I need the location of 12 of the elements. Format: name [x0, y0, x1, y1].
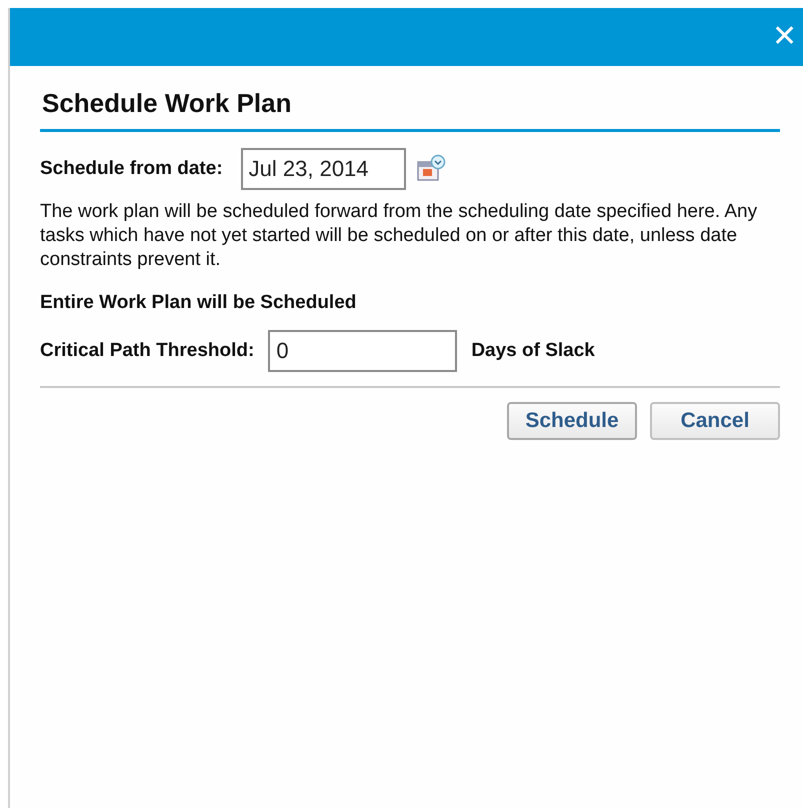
- description-text: The work plan will be scheduled forward from the scheduling date specified here. Any tasks which have not yet started will be scheduled on or after this date, unless date constraints prevent it.: [40, 200, 758, 272]
- field-label: Schedule from date:: [40, 158, 223, 180]
- schedule-button[interactable]: Schedule: [507, 402, 637, 440]
- scope-note: Entire Work Plan will be Scheduled: [40, 292, 358, 314]
- threshold-field[interactable]: 0: [268, 330, 458, 372]
- cancel-button[interactable]: Cancel: [650, 402, 780, 440]
- unit-label: Days of Slack: [471, 340, 595, 362]
- field-label: Critical Path Threshold:: [40, 340, 254, 362]
- close-button[interactable]: ✕: [772, 22, 803, 52]
- date-field[interactable]: Jul 23, 2014: [240, 148, 406, 190]
- calendar-icon[interactable]: [416, 154, 446, 184]
- dialog-heading: Schedule Work Plan: [40, 66, 780, 132]
